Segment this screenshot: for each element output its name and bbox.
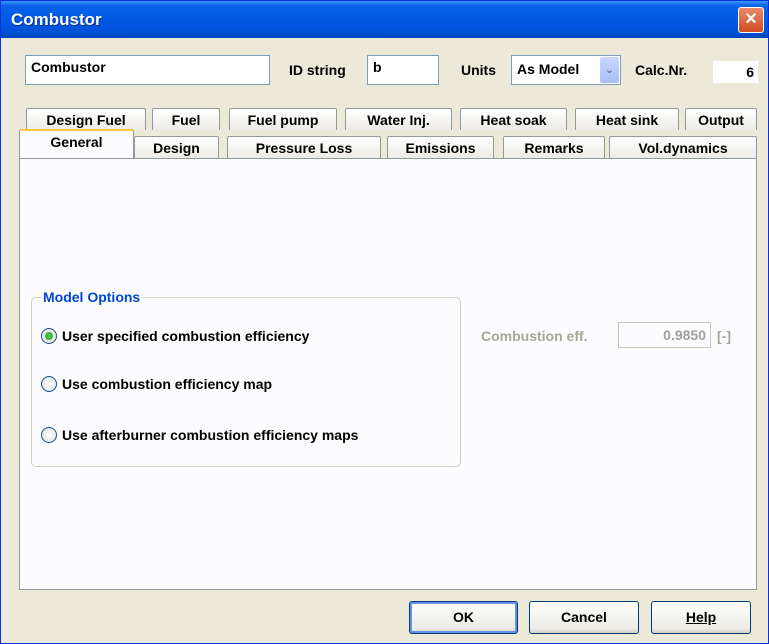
model-options-title: Model Options	[41, 289, 143, 305]
tab-remarks[interactable]: Remarks	[503, 136, 605, 158]
tab-heat-sink[interactable]: Heat sink	[575, 108, 679, 130]
ok-button[interactable]: OK	[409, 601, 518, 634]
help-button-label: Help	[685, 609, 717, 625]
tab-emissions[interactable]: Emissions	[387, 136, 494, 158]
component-name-field[interactable]: Combustor	[25, 55, 270, 85]
radio-label-afterburner-maps[interactable]: Use afterburner combustion efficiency ma…	[62, 427, 358, 443]
close-icon[interactable]: ×	[738, 7, 764, 33]
window-title: Combustor	[11, 10, 102, 29]
title-bar: Combustor ×	[1, 1, 768, 38]
tab-pressure-loss[interactable]: Pressure Loss	[227, 136, 381, 158]
tab-design[interactable]: Design	[134, 136, 219, 158]
combustion-eff-unit: [-]	[717, 328, 731, 344]
tab-fuel-pump[interactable]: Fuel pump	[229, 108, 337, 130]
calc-nr-label: Calc.Nr.	[635, 62, 688, 78]
tab-general[interactable]: General	[19, 129, 134, 158]
id-string-field[interactable]: b	[367, 55, 439, 85]
chevron-down-icon[interactable]: ⌄	[600, 57, 619, 83]
units-select[interactable]: As Model ⌄	[511, 55, 621, 85]
tab-water-inj[interactable]: Water Inj.	[345, 108, 452, 130]
radio-label-user-specified[interactable]: User specified combustion efficiency	[62, 328, 309, 344]
calc-nr-value: 6	[713, 61, 758, 83]
tab-output[interactable]: Output	[685, 108, 757, 130]
units-label: Units	[461, 62, 496, 78]
id-string-label: ID string	[289, 62, 346, 78]
help-button[interactable]: Help	[651, 601, 751, 634]
combustion-eff-field[interactable]: 0.9850	[618, 322, 711, 348]
radio-user-specified-efficiency[interactable]	[41, 328, 57, 344]
radio-label-efficiency-map[interactable]: Use combustion efficiency map	[62, 376, 272, 392]
units-value: As Model	[517, 61, 580, 77]
radio-afterburner-maps[interactable]	[41, 427, 57, 443]
tab-design-fuel[interactable]: Design Fuel	[26, 108, 146, 130]
tab-fuel[interactable]: Fuel	[152, 108, 220, 130]
tab-vol-dynamics[interactable]: Vol.dynamics	[609, 136, 757, 158]
combustion-eff-label: Combustion eff.	[481, 328, 588, 344]
tab-heat-soak[interactable]: Heat soak	[460, 108, 567, 130]
combustor-dialog: Combustor × Combustor ID string b Units …	[0, 0, 769, 644]
cancel-button[interactable]: Cancel	[529, 601, 639, 634]
radio-efficiency-map[interactable]	[41, 376, 57, 392]
